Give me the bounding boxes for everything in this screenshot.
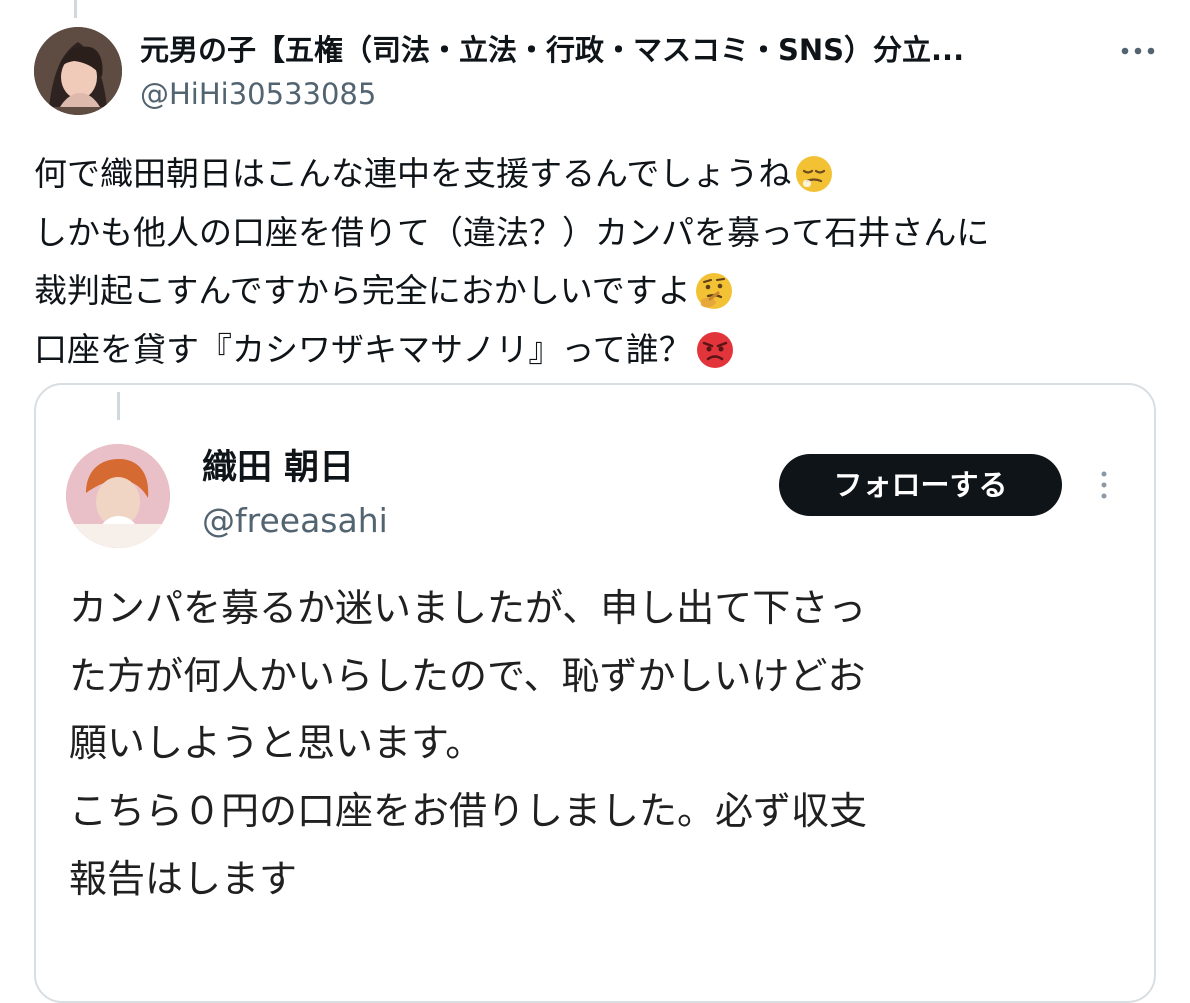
quoted-avatar-image	[66, 444, 170, 548]
tweet-line-text: 裁判起こすんですから完全におかしいですよ	[34, 271, 691, 310]
relieved-face-icon	[793, 153, 835, 195]
author-avatar[interactable]	[34, 27, 122, 115]
author-avatar-image	[34, 27, 122, 115]
tweet-line-text: しかも他人の口座を借りて（違法？）カンパを募って石井さんに	[34, 212, 990, 252]
tweet-line-1: 何で織田朝日はこんな連中を支援するんでしょうね	[34, 145, 1159, 204]
thinking-face-icon	[693, 270, 735, 312]
quoted-tweet-text: カンパを募るか迷いましたが、申し出て下さっ た方が何人かいらしたので、恥ずかしい…	[69, 575, 1135, 914]
tweet-text: 何で織田朝日はこんな連中を支援するんでしょうね しかも他人の口座を借りて（違法？…	[34, 145, 1159, 379]
quoted-author-avatar[interactable]	[66, 444, 170, 548]
tweet-line-3: 裁判起こすんですから完全におかしいですよ	[34, 262, 1159, 321]
tweet-line-4: 口座を貸す『カシワザキマサノリ』って誰？	[34, 321, 1159, 380]
quoted-author-handle[interactable]: @freeasahi	[202, 500, 388, 542]
quoted-line-2: た方が何人かいらしたので、恥ずかしいけどお	[69, 653, 866, 698]
author-display-name[interactable]: 元男の子【五権（司法・立法・行政・マスコミ・SNS）分立...	[140, 30, 1095, 70]
quoted-line-1: カンパを募るか迷いましたが、申し出て下さっ	[69, 586, 867, 630]
author-handle[interactable]: @HiHi30533085	[140, 76, 376, 112]
angry-face-icon	[694, 329, 736, 371]
thread-connector	[74, 0, 77, 18]
tweet-line-text: 何で織田朝日はこんな連中を支援するんでしょうね	[34, 154, 792, 193]
tweet-line-2: しかも他人の口座を借りて（違法？）カンパを募って石井さんに	[34, 204, 1159, 263]
quoted-line-3: 願いしようと思います。	[69, 721, 484, 766]
quoted-more-options-icon[interactable]	[1093, 467, 1115, 503]
follow-button[interactable]: フォローする	[779, 454, 1062, 516]
more-options-icon[interactable]	[1114, 40, 1162, 62]
tweet-line-text: 口座を貸す『カシワザキマサノリ』って誰？	[34, 329, 692, 369]
quoted-line-4: こちら０円の口座をお借りしました。必ず収支	[69, 789, 868, 834]
quoted-line-5: 報告はします	[69, 856, 298, 901]
quoted-thread-connector	[117, 392, 120, 420]
quoted-author-name[interactable]: 織田 朝日	[202, 446, 354, 490]
